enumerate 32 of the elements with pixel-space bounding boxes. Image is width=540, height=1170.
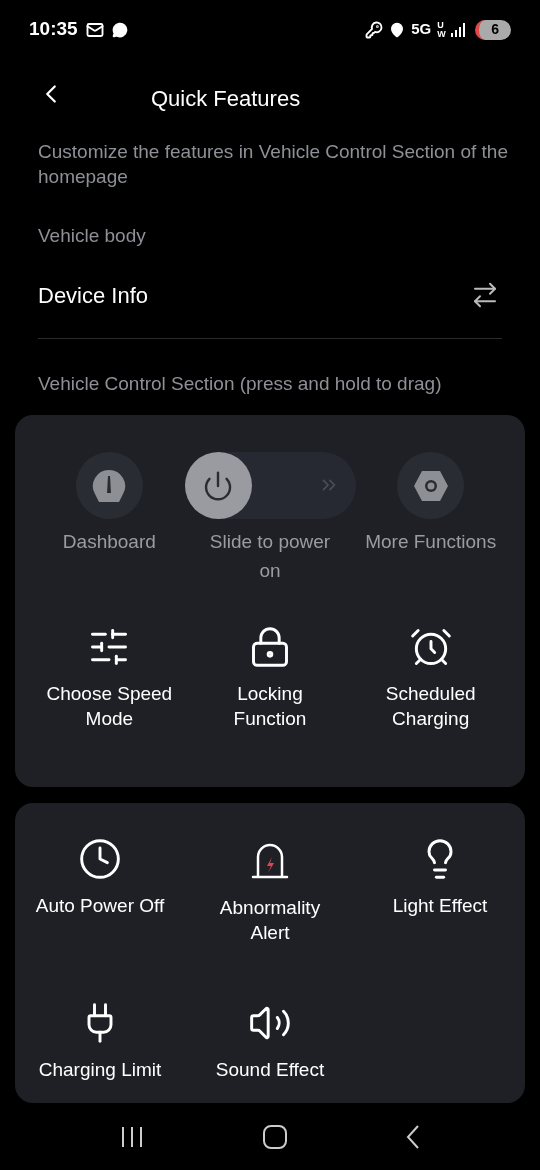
clock-icon <box>78 837 122 881</box>
device-info-row[interactable]: Device Info <box>38 278 502 339</box>
status-time: 10:35 <box>29 17 78 42</box>
mail-icon <box>85 20 104 39</box>
page-title: Quick Features <box>151 84 301 113</box>
feature-button[interactable]: Sound Effect <box>196 1001 344 1082</box>
feature-button[interactable]: Abnormality Alert <box>196 837 344 945</box>
page-description: Customize the features in Vehicle Control Section of the homepage <box>37 140 509 189</box>
power-icon <box>202 469 234 502</box>
network-type: 5G <box>411 19 432 40</box>
feature-button[interactable]: Choose Speed Mode <box>35 625 184 731</box>
control-label: Slide to power on <box>208 530 332 583</box>
gauge-icon <box>92 468 127 503</box>
feature-button[interactable]: Locking Function <box>196 625 344 731</box>
control-label: Dashboard <box>61 530 157 554</box>
location-icon <box>389 21 406 38</box>
feature-button[interactable]: Scheduled Charging <box>356 625 505 731</box>
home-icon[interactable] <box>263 1124 287 1149</box>
signal-icon <box>451 22 466 37</box>
key-icon <box>365 20 384 39</box>
feature-button[interactable]: Light Effect <box>366 837 514 918</box>
network-sub: UW <box>437 20 446 39</box>
back-nav-icon[interactable] <box>406 1124 421 1149</box>
control-label: More Functions <box>365 530 497 554</box>
recent-apps-icon[interactable] <box>119 1125 144 1148</box>
feature-button[interactable]: Charging Limit <box>26 1001 174 1082</box>
hexagon-icon <box>412 469 449 502</box>
battery-badge: 6 <box>475 19 511 40</box>
section-label: Vehicle Control Section (press and hold to drag) <box>37 371 443 396</box>
chat-icon <box>111 21 128 38</box>
group-label: Vehicle body <box>37 224 147 248</box>
feature-button[interactable]: Auto Power Off <box>26 837 174 918</box>
